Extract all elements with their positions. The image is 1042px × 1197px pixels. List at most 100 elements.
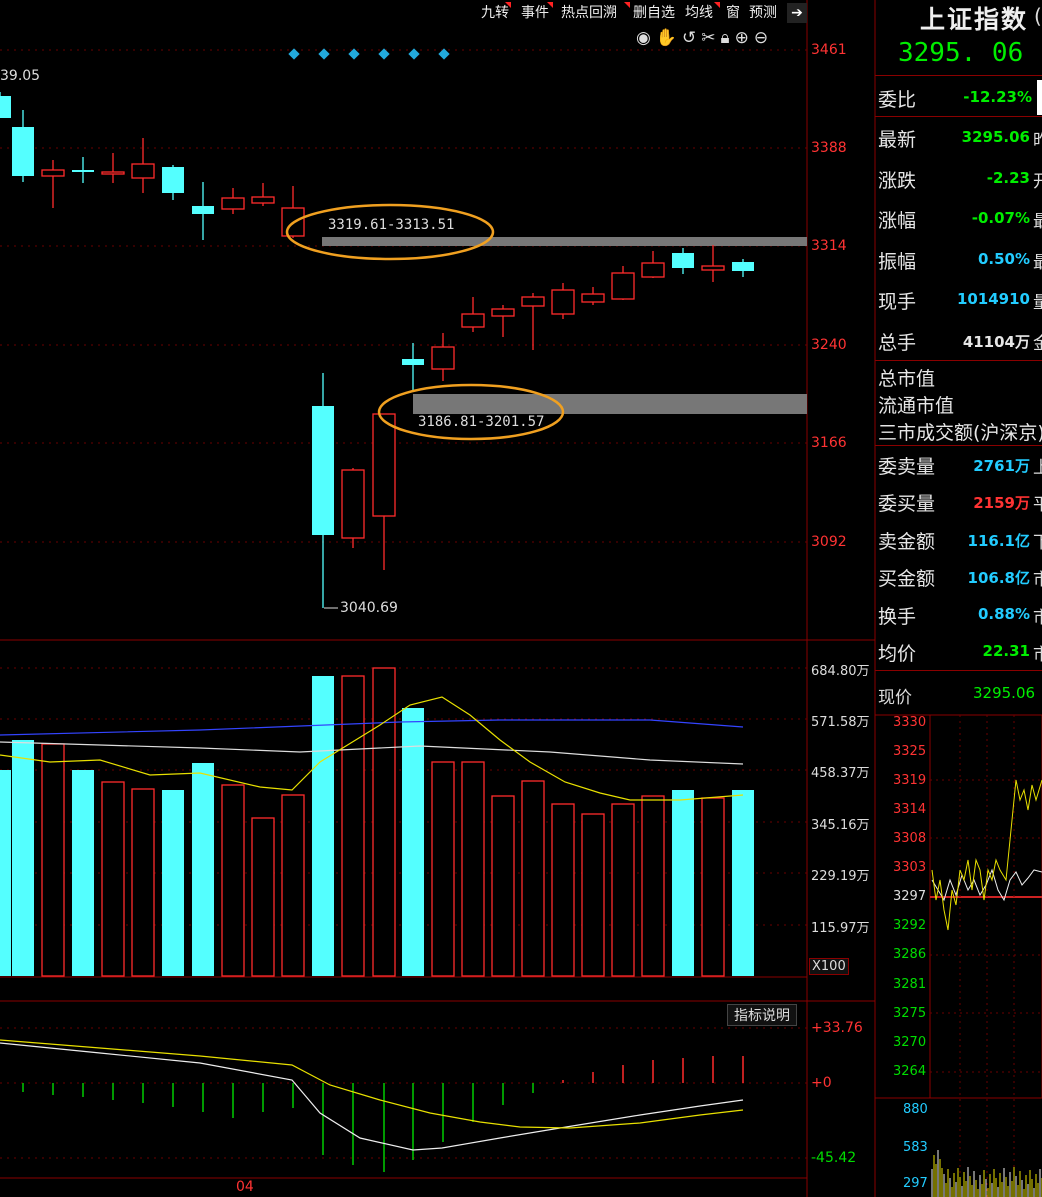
candle-body-up <box>101 171 125 175</box>
quote-row-value: -0.07% <box>971 209 1030 227</box>
red-corner-icon <box>547 2 553 8</box>
candle-body-down <box>192 206 214 214</box>
event-marker-icon <box>378 48 390 60</box>
mini-price-axis-tick: 3308 <box>893 831 927 846</box>
price-axis-tick: 3388 <box>811 140 847 156</box>
mini-price-axis-tick: 3319 <box>893 773 927 788</box>
volume-axis-tick: 115.97万 <box>811 921 870 936</box>
volume-axis-tick: 571.58万 <box>811 715 870 730</box>
event-marker-icon <box>318 48 330 60</box>
mini-price-axis-tick: 3314 <box>893 802 927 817</box>
volume-bar-down <box>192 763 214 976</box>
macd-axis-tick: +33.76 <box>811 1020 863 1036</box>
event-button[interactable]: 事件 <box>521 2 549 24</box>
trade-row-label: 委卖量 <box>878 456 936 478</box>
candle-body-down <box>312 406 334 535</box>
float-market-cap-label: 流通市值 <box>878 395 955 417</box>
candle-body-up <box>372 413 396 517</box>
trade-row-label: 均价 <box>878 643 917 665</box>
price-axis-tick: 3240 <box>811 337 847 353</box>
candle-body-up <box>641 262 665 278</box>
ma-line-button[interactable]: 均线 <box>685 2 713 24</box>
trade-row-label: 买金额 <box>878 568 936 590</box>
mini-price-axis-tick: 3264 <box>893 1064 927 1079</box>
trade-row-edge-label: 市 <box>1033 645 1042 665</box>
volume-bar-down <box>312 676 334 976</box>
macd-dea-yellow <box>0 1039 744 1129</box>
collapse-arrow-icon[interactable]: ➔ <box>787 3 807 23</box>
candle-body-up <box>551 289 575 315</box>
remove-watchlist-button[interactable]: 删自选 <box>633 2 675 24</box>
candle-body-up <box>611 272 635 300</box>
trade-row-value: 116.1亿 <box>967 532 1030 550</box>
gap-lower-label: 3186.81-3201.57 <box>418 414 545 430</box>
mini-price-axis-tick: 3330 <box>893 715 927 730</box>
quote-row-label: 现手 <box>878 291 917 313</box>
undo-icon[interactable]: ↺ <box>682 28 701 48</box>
scroll-marker <box>1037 80 1042 115</box>
trade-row-label: 换手 <box>878 606 917 628</box>
zoom-in-icon[interactable]: ⊕ <box>735 28 754 48</box>
trade-row-label: 卖金额 <box>878 531 936 553</box>
red-corner-icon <box>505 2 511 8</box>
candle-body-up <box>251 196 275 204</box>
candle-body-down <box>72 170 94 172</box>
volume-bar-up <box>101 781 125 977</box>
quote-row-edge-label: 最 <box>1033 253 1042 273</box>
trade-row-value: 2761万 <box>973 457 1030 475</box>
volume-bar-down <box>72 770 94 976</box>
volume-bar-up <box>461 761 485 977</box>
quote-row-value: -2.23 <box>986 169 1030 187</box>
chart-tools: ◉✋↺✂🔒︎⊕⊖ <box>636 28 773 48</box>
forecast-button[interactable]: 预测 <box>749 2 777 24</box>
quote-row-value: 3295.06 <box>961 128 1030 146</box>
volume-bar-up <box>521 780 545 977</box>
scissors-icon[interactable]: ✂ <box>701 28 720 48</box>
volume-bar-up <box>491 795 515 977</box>
quote-row-edge-label: 开 <box>1033 172 1042 192</box>
eye-icon[interactable]: ◉ <box>636 28 656 48</box>
hotspot-review-button[interactable]: 热点回溯 <box>561 2 617 24</box>
quote-row-label: 最新 <box>878 129 917 151</box>
divider <box>875 75 1042 76</box>
trade-row-value: 2159万 <box>973 494 1030 512</box>
candle-body-up <box>431 346 455 370</box>
quote-row-label: 委比 <box>878 89 917 111</box>
volume-bar-up <box>281 794 305 977</box>
volume-axis-tick: 345.16万 <box>811 818 870 833</box>
volume-bar-up <box>131 788 155 977</box>
lock-icon[interactable]: 🔒︎ <box>721 28 735 48</box>
quote-row-value: 0.50% <box>977 250 1030 268</box>
mini-chart-price: 3295.06 <box>973 684 1036 702</box>
price-axis-tick: 3314 <box>811 238 847 254</box>
volume-bar-up <box>551 803 575 977</box>
quote-row-label: 总手 <box>878 332 917 354</box>
hand-icon[interactable]: ✋ <box>656 28 682 48</box>
red-corner-icon <box>624 2 630 8</box>
price-axis-tick: 3166 <box>811 435 847 451</box>
volume-bar-up <box>221 784 245 977</box>
candle-body-up <box>581 293 605 303</box>
mini-chart-label: 现价 <box>878 688 912 708</box>
volume-bar-up <box>701 797 725 977</box>
macd-axis-tick: -45.42 <box>811 1150 857 1166</box>
trade-row-value: 106.8亿 <box>967 569 1030 587</box>
volume-bar-up <box>341 675 365 977</box>
divider <box>875 116 1042 117</box>
macd-axis-tick: +0 <box>811 1075 832 1091</box>
candle-body-down <box>0 96 11 118</box>
trade-row-value: 0.88% <box>977 605 1030 623</box>
event-marker-icon <box>438 48 450 60</box>
volume-bar-up <box>251 817 275 977</box>
quote-row-edge-label: 金 <box>1033 334 1042 354</box>
mini-price-axis-tick: 3325 <box>893 744 927 759</box>
volume-bar-up <box>581 813 605 977</box>
volume-axis-tick: 229.19万 <box>811 869 870 884</box>
trade-row-label: 委买量 <box>878 493 936 515</box>
mini-price-axis-tick: 3303 <box>893 860 927 875</box>
indicator-help-button[interactable]: 指标说明 <box>727 1004 797 1026</box>
zoom-out-icon[interactable]: ⊖ <box>754 28 773 48</box>
window-button[interactable]: 窗 <box>726 2 740 24</box>
price-axis-tick: 3461 <box>811 42 847 58</box>
trade-row-edge-label: 市 <box>1033 608 1042 628</box>
